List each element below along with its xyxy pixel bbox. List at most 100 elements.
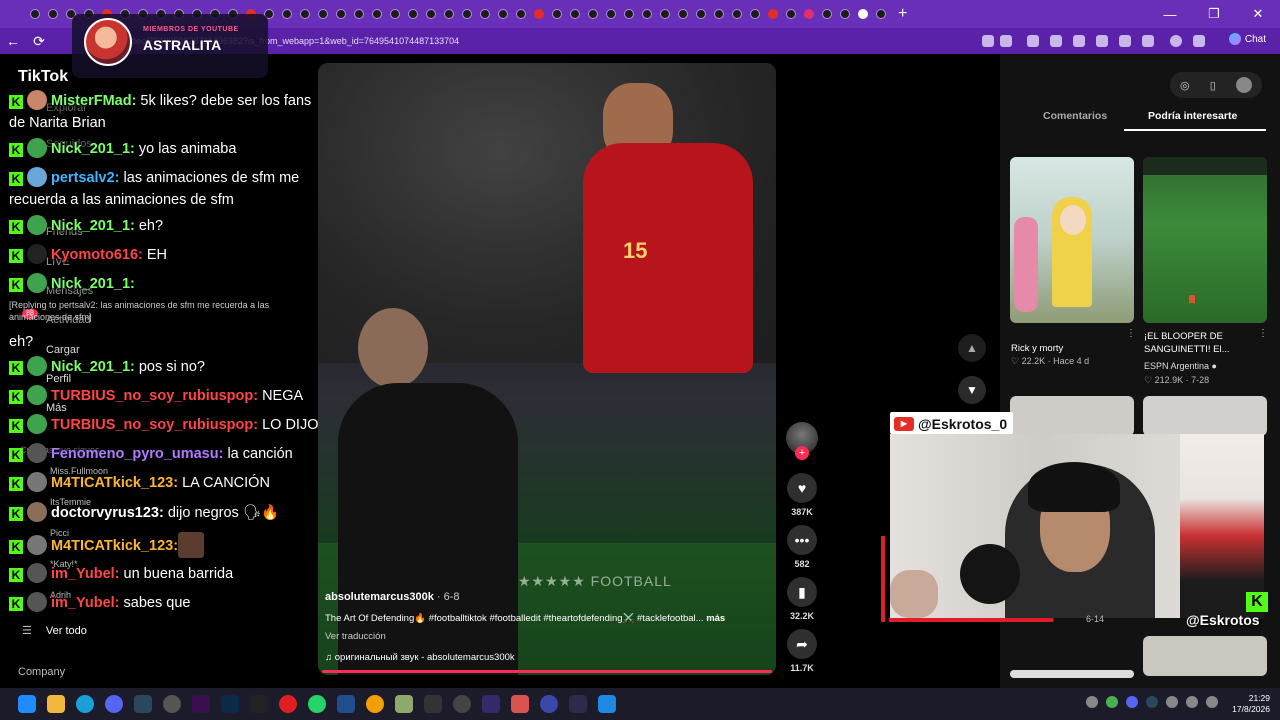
tab-tiktok-icon[interactable]: [498, 9, 508, 19]
recommended-video-thumbnail[interactable]: [1143, 636, 1267, 676]
recommended-video-thumbnail[interactable]: [1143, 396, 1267, 436]
video-title[interactable]: Rick y morty: [1011, 342, 1063, 355]
discord-icon[interactable]: [104, 695, 123, 713]
tab-tiktok-icon[interactable]: [660, 9, 670, 19]
settings-icon[interactable]: [452, 695, 471, 713]
app-icon[interactable]: [597, 695, 616, 713]
tiktok-logo[interactable]: TikTok: [18, 68, 68, 86]
tab-tiktok-icon[interactable]: [840, 9, 850, 19]
extension-icon[interactable]: [1027, 35, 1039, 47]
recommended-video-thumbnail[interactable]: [1010, 670, 1134, 678]
back-button[interactable]: ←: [0, 33, 26, 49]
whatsapp-icon[interactable]: [307, 695, 326, 713]
extension-icon[interactable]: [1050, 35, 1062, 47]
tab-tiktok-icon[interactable]: [516, 9, 526, 19]
media-player-icon[interactable]: [278, 695, 297, 713]
tab-tiktok-icon[interactable]: [642, 9, 652, 19]
channel-name[interactable]: ESPN Argentina ●: [1144, 361, 1217, 371]
share-button[interactable]: ➦ 11.7K: [786, 629, 818, 673]
tab-tiktok-icon[interactable]: [570, 9, 580, 19]
app-icon[interactable]: [423, 695, 442, 713]
reload-button[interactable]: ⟳: [26, 33, 52, 50]
recommended-video-thumbnail[interactable]: [1010, 157, 1134, 323]
tab-comments[interactable]: Comentarios: [1043, 110, 1107, 122]
previous-video-button[interactable]: ▲: [958, 334, 986, 362]
tab-close-icon[interactable]: [876, 9, 886, 19]
extension-icon[interactable]: [1119, 35, 1131, 47]
tab-tiktok-icon[interactable]: [372, 9, 382, 19]
app-icon[interactable]: [365, 695, 384, 713]
app-icon[interactable]: [539, 695, 558, 713]
video-sound-link[interactable]: ♫ оригинальный звук - absolutemarcus300k: [325, 652, 515, 663]
tab-tiktok-icon[interactable]: [300, 9, 310, 19]
tab-tiktok-icon[interactable]: [30, 9, 40, 19]
profile-avatar[interactable]: [1170, 35, 1182, 47]
tab-tiktok-icon[interactable]: [48, 9, 58, 19]
bookmark-star-icon[interactable]: [1000, 35, 1012, 47]
volume-icon[interactable]: [1206, 696, 1218, 708]
tab-tiktok-icon[interactable]: [426, 9, 436, 19]
minimize-button[interactable]: —: [1148, 7, 1192, 22]
photoshop-icon[interactable]: [220, 695, 239, 713]
maximize-button[interactable]: ❐: [1192, 6, 1236, 22]
tab-tiktok-icon[interactable]: [444, 9, 454, 19]
app-icon[interactable]: [481, 695, 500, 713]
close-window-button[interactable]: ✕: [1236, 6, 1280, 22]
file-explorer-icon[interactable]: [46, 695, 65, 713]
copilot-chat-button[interactable]: Chat: [1228, 33, 1266, 45]
tab-active-icon[interactable]: [858, 9, 868, 19]
save-button[interactable]: ▮ 32.2K: [786, 577, 818, 621]
tab-tiktok-icon[interactable]: [678, 9, 688, 19]
start-icon[interactable]: [17, 695, 36, 713]
video-player[interactable]: 15 ★★★★★ FOOTBALL: [318, 63, 776, 675]
tray-app-icon[interactable]: [1126, 696, 1138, 708]
app-icon[interactable]: [336, 695, 355, 713]
app-icon[interactable]: [394, 695, 413, 713]
tab-tiktok-icon[interactable]: [714, 9, 724, 19]
recommended-video-thumbnail[interactable]: [1143, 157, 1267, 323]
tab-youtube-icon[interactable]: [768, 9, 778, 19]
author-name[interactable]: absolutemarcus300k: [325, 591, 434, 603]
extension-icon[interactable]: [1073, 35, 1085, 47]
network-icon[interactable]: [1186, 696, 1198, 708]
tab-tiktok-icon[interactable]: [588, 9, 598, 19]
tab-tiktok-icon[interactable]: [732, 9, 742, 19]
tab-recommended[interactable]: Podría interesarte: [1148, 110, 1237, 122]
tray-app-icon[interactable]: [1106, 696, 1118, 708]
new-tab-button[interactable]: +: [898, 5, 907, 23]
next-video-button[interactable]: ▼: [958, 376, 986, 404]
microphone-icon[interactable]: [1166, 696, 1178, 708]
capcut-icon[interactable]: [249, 695, 268, 713]
tab-tiktok-icon[interactable]: [480, 9, 490, 19]
tab-tiktok-icon[interactable]: [336, 9, 346, 19]
edge-icon[interactable]: [75, 695, 94, 713]
premiere-icon[interactable]: [191, 695, 210, 713]
more-options-icon[interactable]: ⋮: [1126, 328, 1136, 339]
tab-tiktok-icon[interactable]: [408, 9, 418, 19]
see-translation-link[interactable]: Ver traducción: [325, 631, 386, 642]
tab-tiktok-icon[interactable]: [750, 9, 760, 19]
tab-tiktok-icon[interactable]: [822, 9, 832, 19]
more-options-icon[interactable]: ⋮: [1258, 328, 1268, 339]
extension-icon[interactable]: [1096, 35, 1108, 47]
video-title[interactable]: ¡EL BLOOPER DE SANGUINETTI! El...: [1144, 330, 1264, 356]
steam-icon[interactable]: [133, 695, 152, 713]
company-link[interactable]: Company: [18, 666, 65, 678]
user-avatar[interactable]: [1235, 77, 1252, 93]
obs-icon[interactable]: [162, 695, 181, 713]
caption-more-link[interactable]: más: [704, 613, 725, 624]
tab-tiktok-icon[interactable]: [696, 9, 706, 19]
tab-tiktok-icon[interactable]: [786, 9, 796, 19]
menu-icon[interactable]: [1193, 35, 1205, 47]
tab-tiktok-icon[interactable]: [318, 9, 328, 19]
tab-tiktok-icon[interactable]: [552, 9, 562, 19]
see-all-link[interactable]: ☰ Ver todo: [22, 624, 87, 637]
tab-youtube-icon[interactable]: [534, 9, 544, 19]
like-button[interactable]: ♥ 387K: [786, 473, 818, 517]
recommended-video-thumbnail[interactable]: [1010, 396, 1134, 436]
follow-plus-icon[interactable]: +: [795, 446, 809, 460]
tab-tiktok-icon[interactable]: [624, 9, 634, 19]
tab-tiktok-icon[interactable]: [462, 9, 472, 19]
tab-tiktok-icon[interactable]: [606, 9, 616, 19]
tab-tiktok-icon[interactable]: [282, 9, 292, 19]
